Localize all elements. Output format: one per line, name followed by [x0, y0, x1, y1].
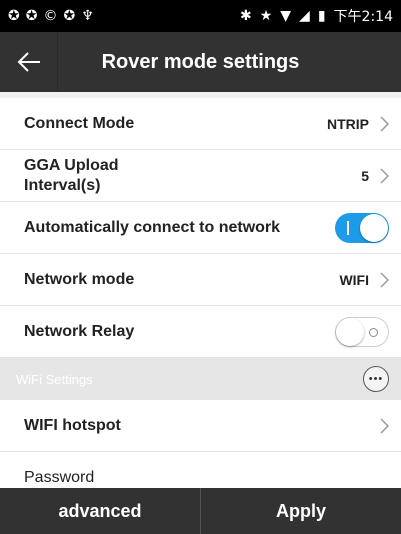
auto-connect-label: Automatically connect to network — [24, 218, 281, 236]
app-notification-icon: © — [43, 8, 58, 24]
gga-upload-right: 5 — [361, 168, 389, 184]
status-left-icons: ✪ ✪ © ✪ ♆ — [8, 8, 94, 24]
section-title: WiFi Settings — [16, 371, 93, 387]
network-mode-value: WIFI — [339, 271, 369, 288]
back-arrow-icon — [17, 52, 40, 72]
app-notification-icon: ✪ — [8, 8, 20, 24]
wifi-hotspot-label: WIFI hotspot — [24, 416, 121, 434]
bluetooth-icon: ✱ — [239, 8, 252, 24]
gga-upload-row[interactable]: GGA Upload Interval(s) 5 — [0, 150, 401, 202]
page-title: Rover mode settings — [101, 50, 300, 73]
status-time: 下午2:14 — [333, 9, 393, 25]
network-relay-label: Network Relay — [24, 322, 135, 340]
status-bar: ✪ ✪ © ✪ ♆ ✱ ★ ▼ ◢ ▮ 下午2:14 — [0, 0, 401, 32]
connect-mode-row[interactable]: Connect Mode NTRIP — [0, 98, 401, 150]
auto-connect-row: Automatically connect to network — [0, 202, 401, 254]
more-options-button[interactable]: ••• — [363, 366, 389, 392]
more-icon: ••• — [368, 373, 384, 385]
wifi-icon: ▼ — [280, 8, 292, 24]
gga-upload-label: GGA Upload Interval(s) — [24, 156, 119, 196]
bottom-action-bar: advanced Apply — [0, 488, 401, 534]
wifi-hotspot-right — [379, 417, 389, 434]
chevron-right-icon — [380, 417, 389, 434]
password-label: Password — [24, 469, 95, 486]
connect-mode-right: NTRIP — [327, 116, 389, 132]
network-relay-toggle[interactable] — [335, 316, 389, 347]
auto-connect-right — [335, 212, 389, 243]
network-mode-right: WIFI — [339, 272, 389, 288]
android-icon: ♆ — [81, 8, 94, 24]
toggle-knob — [336, 317, 364, 346]
gga-upload-value: 5 — [361, 167, 369, 184]
chevron-right-icon — [380, 271, 389, 288]
network-relay-row: Network Relay — [0, 306, 401, 358]
settings-list: Connect Mode NTRIP GGA Upload Interval(s… — [0, 92, 401, 488]
connect-mode-value: NTRIP — [327, 115, 369, 132]
network-relay-right — [335, 316, 389, 347]
toggle-on-mark — [347, 220, 349, 235]
network-mode-label: Network mode — [24, 270, 135, 288]
wifi-hotspot-row[interactable]: WIFI hotspot — [0, 400, 401, 452]
star-icon: ★ — [259, 8, 273, 24]
back-button[interactable] — [0, 32, 58, 92]
app-notification-icon: ✪ — [63, 8, 76, 24]
signal-icon: ◢ — [299, 8, 310, 24]
network-mode-row[interactable]: Network mode WIFI — [0, 254, 401, 306]
toggle-off-mark — [369, 327, 378, 337]
gga-upload-label-line2: Interval(s) — [24, 176, 101, 194]
chevron-right-icon — [380, 167, 389, 184]
status-right-icons: ✱ ★ ▼ ◢ ▮ 下午2:14 — [240, 6, 393, 26]
gga-upload-label-line1: GGA Upload — [24, 156, 119, 174]
toggle-knob — [360, 213, 388, 242]
wifi-settings-header: WiFi Settings ••• — [0, 358, 401, 400]
battery-icon: ▮ — [317, 8, 326, 24]
apply-button[interactable]: Apply — [200, 488, 401, 534]
app-notification-icon: ✪ — [25, 8, 38, 24]
chevron-right-icon — [380, 115, 389, 132]
connect-mode-label: Connect Mode — [24, 114, 135, 132]
app-bar: Rover mode settings — [0, 32, 401, 92]
password-row[interactable]: Password — [0, 452, 401, 488]
advanced-button[interactable]: advanced — [0, 488, 200, 534]
auto-connect-toggle[interactable] — [335, 212, 389, 243]
